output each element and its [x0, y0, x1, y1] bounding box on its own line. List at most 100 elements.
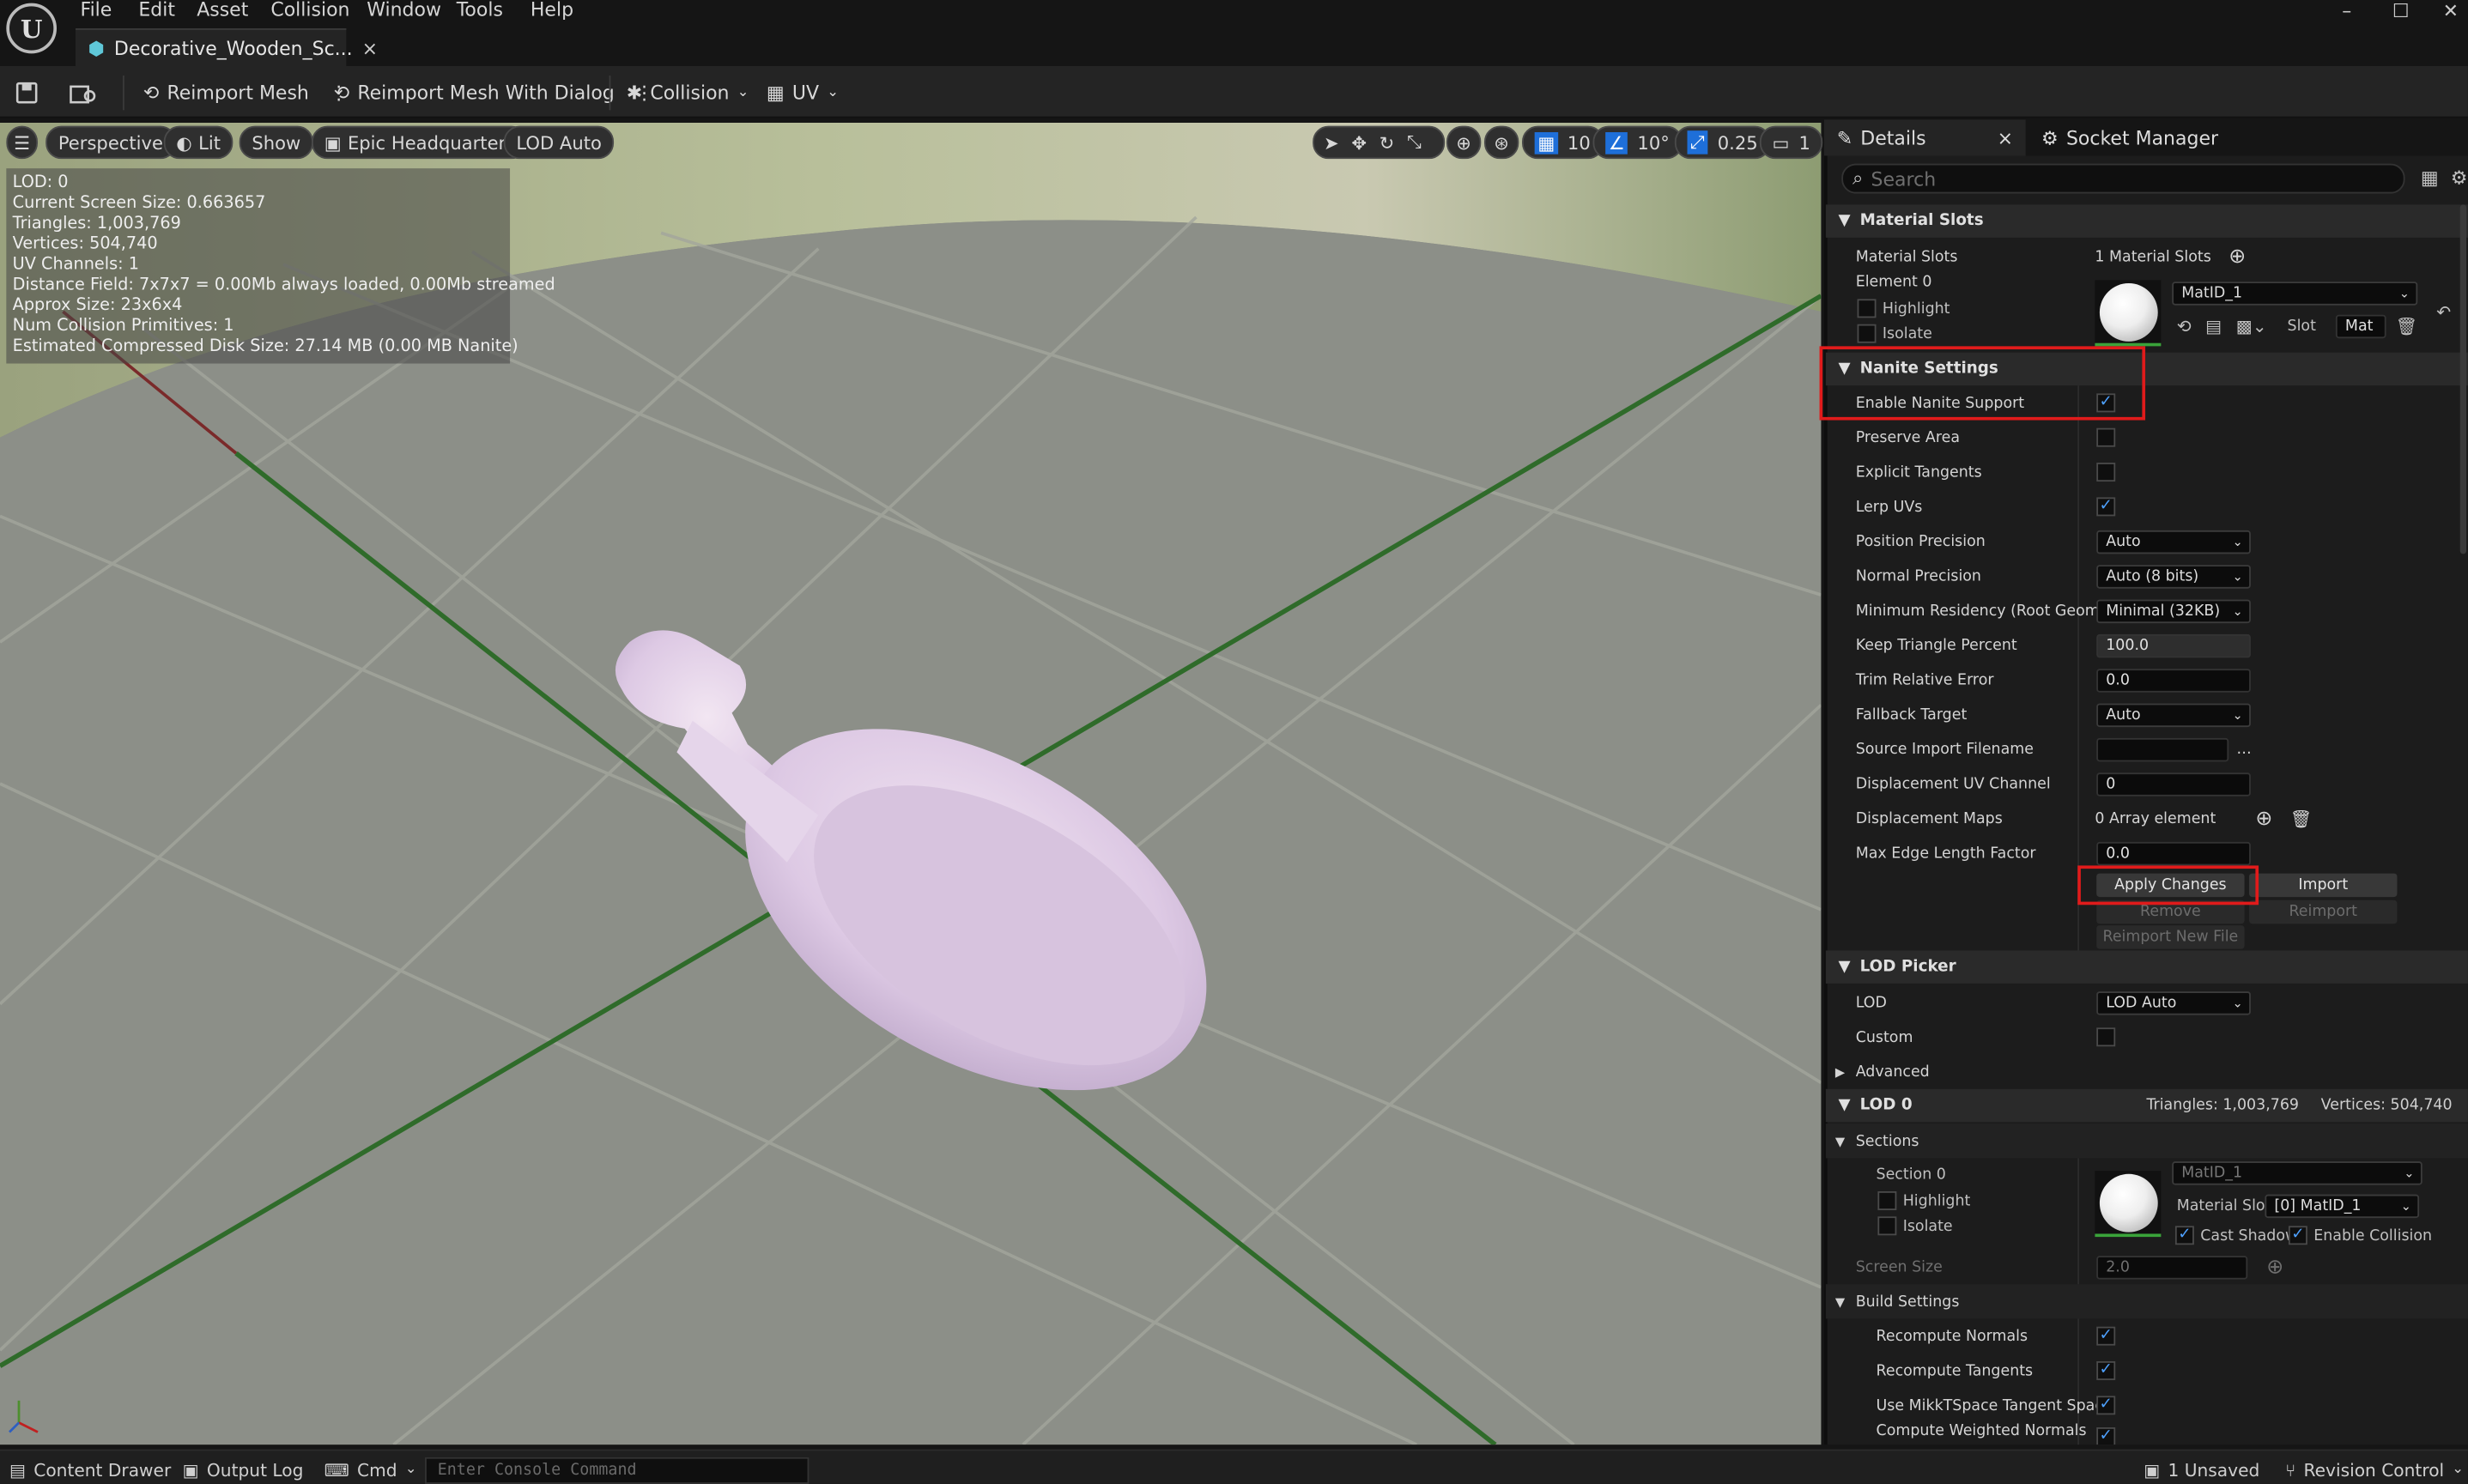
grid-snap-button[interactable]: ▦ 10: [1521, 125, 1604, 160]
section-highlight-toggle[interactable]: Highlight: [1877, 1190, 1970, 1210]
reset-arrow-icon[interactable]: ↶: [2436, 302, 2451, 323]
custom-checkbox[interactable]: [2096, 1027, 2116, 1047]
lerp-uvs-checkbox[interactable]: ✓: [2096, 497, 2116, 517]
collision-dropdown[interactable]: ✱ Collision ⌄: [627, 66, 749, 118]
cast-shadow-toggle[interactable]: ✓ Cast Shadow: [2174, 1226, 2297, 1245]
settings-gear-icon[interactable]: ⚙: [2451, 167, 2468, 189]
asset-tab[interactable]: ⬢ Decorative_Wooden_Sc... ×: [76, 28, 378, 67]
isolate-toggle[interactable]: Isolate: [1857, 324, 1932, 343]
slot-name-input[interactable]: Mat: [2335, 314, 2386, 339]
section-lod-picker[interactable]: ▼ LOD Picker: [1825, 950, 2468, 984]
lod-auto-button[interactable]: LOD Auto: [503, 125, 615, 160]
world-local-icon[interactable]: ⊕: [1446, 125, 1482, 160]
tab-details[interactable]: ✎ Details ×: [1824, 119, 2026, 156]
recompute-normals-checkbox[interactable]: ✓: [2096, 1326, 2116, 1346]
menu-edit[interactable]: Edit: [138, 0, 175, 21]
rotate-snap-button[interactable]: ∠ 10°: [1592, 125, 1683, 160]
explicit-tangents-checkbox[interactable]: [2096, 463, 2116, 482]
console-input[interactable]: Enter Console Command: [425, 1457, 810, 1484]
isolate-checkbox[interactable]: [1877, 1216, 1897, 1236]
revision-control-button[interactable]: ⑂ Revision Control ⌄: [2285, 1452, 2464, 1484]
highlight-toggle[interactable]: Highlight: [1857, 299, 1950, 318]
section-material-slots[interactable]: ▼ Material Slots: [1825, 204, 2468, 238]
environment-button[interactable]: ▣ Epic Headquarters: [312, 125, 528, 160]
section-nanite-settings[interactable]: ▼ Nanite Settings: [1825, 352, 2468, 386]
show-button[interactable]: Show: [239, 125, 313, 160]
close-details-icon[interactable]: ×: [1998, 127, 2013, 149]
material-slot-dropdown[interactable]: [0] MatID_1 ⌄: [2265, 1194, 2420, 1219]
isolate-checkbox[interactable]: [1857, 324, 1877, 343]
section-isolate-toggle[interactable]: Isolate: [1877, 1216, 1953, 1236]
viewport-menu-icon[interactable]: ☰: [6, 125, 39, 160]
reimport-mesh-button[interactable]: ⟲ Reimport Mesh ⋮: [143, 66, 349, 118]
close-window-button[interactable]: ✕: [2443, 0, 2459, 22]
reimport-button[interactable]: Reimport: [2249, 899, 2398, 924]
unreal-logo-icon[interactable]: U: [6, 3, 58, 54]
add-icon[interactable]: ⊕: [2228, 245, 2246, 269]
unsaved-button[interactable]: ▣ 1 Unsaved: [2144, 1452, 2259, 1484]
highlight-checkbox[interactable]: [1857, 299, 1877, 318]
menu-window[interactable]: Window: [367, 0, 441, 21]
material-dropdown[interactable]: MatID_1 ⌄: [2172, 282, 2418, 306]
cmd-dropdown[interactable]: ⌨ Cmd ⌄: [324, 1452, 417, 1484]
section-lod0[interactable]: ▼ LOD 0 Triangles: 1,003,769 Vertices: 5…: [1825, 1088, 2468, 1123]
reimport-dialog-button[interactable]: ⟲ Reimport Mesh With Dialog ⋮: [334, 66, 654, 118]
position-precision-dropdown[interactable]: Auto ⌄: [2096, 529, 2251, 554]
enable-nanite-checkbox[interactable]: ✓: [2096, 393, 2116, 413]
perspective-button[interactable]: Perspective: [45, 125, 176, 160]
fallback-target-dropdown[interactable]: Auto ⌄: [2096, 702, 2251, 727]
screen-size-input[interactable]: 2.0: [2096, 1255, 2248, 1279]
recompute-tangents-checkbox[interactable]: ✓: [2096, 1360, 2116, 1380]
select-icon[interactable]: ➤: [1324, 131, 1339, 154]
use-selected-icon[interactable]: ⟲: [2177, 317, 2192, 337]
apply-changes-button[interactable]: Apply Changes: [2096, 873, 2245, 898]
scale-icon[interactable]: ⤡: [1407, 130, 1422, 154]
trash-icon[interactable]: 🗑: [2290, 809, 2313, 829]
maximize-button[interactable]: ☐: [2392, 0, 2410, 22]
keep-triangle-input[interactable]: 100.0: [2096, 633, 2251, 657]
add-icon[interactable]: ⊕: [2266, 1255, 2283, 1279]
translate-icon[interactable]: ✥: [1351, 131, 1367, 154]
scale-snap-button[interactable]: ⤢ 0.25: [1674, 125, 1771, 160]
browse-asset-icon[interactable]: [70, 66, 98, 118]
lod-dropdown[interactable]: LOD Auto ⌄: [2096, 990, 2251, 1015]
material-thumbnail[interactable]: [2095, 280, 2162, 347]
min-residency-dropdown[interactable]: Minimal (32KB) ⌄: [2096, 598, 2251, 623]
search-input[interactable]: ⌕ Search: [1841, 163, 2405, 194]
add-element-icon[interactable]: ⊕: [2255, 807, 2272, 831]
reimport-new-file-button[interactable]: Reimport New File: [2096, 925, 2245, 949]
mikkt-checkbox[interactable]: ✓: [2096, 1396, 2116, 1415]
menu-help[interactable]: Help: [531, 0, 573, 21]
camera-speed-button[interactable]: ▭ 1: [1759, 125, 1823, 160]
preserve-area-checkbox[interactable]: [2096, 427, 2116, 447]
tab-socket-manager[interactable]: ⚙ Socket Manager: [2041, 119, 2218, 155]
normal-precision-dropdown[interactable]: Auto (8 bits) ⌄: [2096, 564, 2251, 588]
section-material-dropdown[interactable]: MatID_1 ⌄: [2172, 1161, 2423, 1185]
minimize-button[interactable]: –: [2342, 0, 2351, 22]
enable-collision-checkbox[interactable]: ✓: [2288, 1226, 2307, 1245]
cast-shadow-checkbox[interactable]: ✓: [2174, 1226, 2194, 1245]
material-options-icon[interactable]: ▩⌄: [2236, 317, 2267, 337]
row-sections[interactable]: ▼ Sections: [1825, 1124, 2468, 1159]
import-button[interactable]: Import: [2249, 873, 2398, 898]
section-material-thumbnail[interactable]: [2095, 1171, 2162, 1238]
table-view-icon[interactable]: ▦: [2421, 167, 2439, 189]
menu-asset[interactable]: Asset: [197, 0, 248, 21]
menu-file[interactable]: File: [81, 0, 112, 21]
remove-button[interactable]: Remove: [2096, 899, 2245, 924]
enable-collision-toggle[interactable]: ✓ Enable Collision: [2288, 1226, 2432, 1245]
row-build-settings[interactable]: ▼ Build Settings: [1825, 1284, 2468, 1319]
weighted-normals-checkbox[interactable]: ✓: [2096, 1426, 2116, 1445]
lit-button[interactable]: ◐ Lit: [163, 125, 233, 160]
panel-scrollbar[interactable]: [2459, 204, 2467, 554]
source-import-input[interactable]: [2096, 736, 2229, 761]
save-icon[interactable]: [15, 66, 38, 118]
menu-collision[interactable]: Collision: [270, 0, 349, 21]
trim-error-input[interactable]: 0.0: [2096, 668, 2251, 692]
trash-icon[interactable]: 🗑: [2396, 317, 2418, 337]
output-log-button[interactable]: ▣ Output Log: [183, 1452, 304, 1484]
row-advanced[interactable]: ▶ Advanced: [1826, 1054, 2468, 1088]
browse-file-icon[interactable]: …: [2236, 741, 2251, 758]
content-drawer-button[interactable]: ▤ Content Drawer: [9, 1452, 171, 1484]
uv-dropdown[interactable]: ▦ UV ⌄: [767, 66, 839, 118]
